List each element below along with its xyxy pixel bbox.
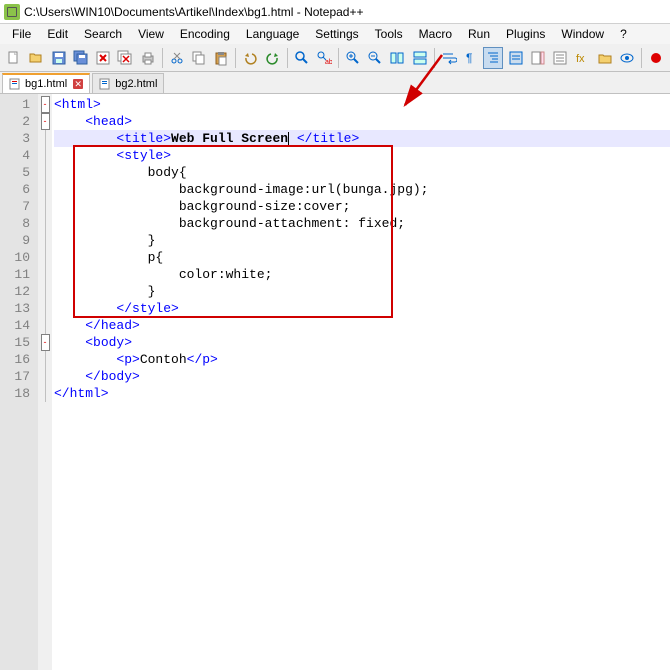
zoom-out-button[interactable]: [365, 47, 385, 69]
fold-toggle-icon[interactable]: -: [41, 113, 50, 130]
window-title: C:\Users\WIN10\Documents\Artikel\Index\b…: [24, 5, 363, 19]
fold-toggle-icon[interactable]: -: [41, 96, 50, 113]
toolbar-separator: [287, 48, 288, 68]
tab-label: bg1.html: [25, 78, 67, 90]
folder-workspace-button[interactable]: [594, 47, 614, 69]
menu-tools[interactable]: Tools: [367, 25, 411, 43]
wordwrap-button[interactable]: [439, 47, 459, 69]
save-button[interactable]: [48, 47, 68, 69]
monitoring-button[interactable]: [617, 47, 637, 69]
menu-language[interactable]: Language: [238, 25, 307, 43]
find-button[interactable]: [292, 47, 312, 69]
tabbar: bg1.html ✕ bg2.html: [0, 72, 670, 94]
svg-text:ab: ab: [325, 59, 332, 66]
menu-plugins[interactable]: Plugins: [498, 25, 553, 43]
menu-view[interactable]: View: [130, 25, 172, 43]
menu-file[interactable]: File: [4, 25, 39, 43]
toolbar-separator: [338, 48, 339, 68]
show-all-chars-button[interactable]: ¶: [461, 47, 481, 69]
svg-text:¶: ¶: [466, 51, 472, 65]
cut-button[interactable]: [167, 47, 187, 69]
sync-vscroll-button[interactable]: [387, 47, 407, 69]
file-icon: [9, 78, 21, 90]
toolbar-separator: [641, 48, 642, 68]
zoom-in-button[interactable]: [343, 47, 363, 69]
paste-button[interactable]: [211, 47, 231, 69]
undo-button[interactable]: [240, 47, 260, 69]
toolbar-separator: [235, 48, 236, 68]
save-all-button[interactable]: [71, 47, 91, 69]
line-number-gutter: 123456789101112131415161718: [0, 94, 38, 670]
fold-gutter: - - -: [38, 94, 52, 670]
close-file-button[interactable]: [93, 47, 113, 69]
menu-edit[interactable]: Edit: [39, 25, 76, 43]
function-list-button[interactable]: fx: [572, 47, 592, 69]
svg-text:fx: fx: [576, 53, 585, 65]
replace-button[interactable]: ab: [314, 47, 334, 69]
tab-close-icon[interactable]: ✕: [73, 79, 83, 89]
tab-bg2[interactable]: bg2.html: [92, 73, 164, 93]
code-area[interactable]: <html> <head> <title>Web Full Screen </t…: [52, 94, 670, 670]
menu-macro[interactable]: Macro: [411, 25, 460, 43]
close-all-button[interactable]: [115, 47, 135, 69]
toolbar: ab ¶ fx: [0, 44, 670, 72]
doc-list-button[interactable]: [550, 47, 570, 69]
menu-window[interactable]: Window: [553, 25, 612, 43]
file-icon: [99, 78, 111, 90]
menu-encoding[interactable]: Encoding: [172, 25, 238, 43]
copy-button[interactable]: [189, 47, 209, 69]
tab-bg1[interactable]: bg1.html ✕: [2, 73, 90, 93]
fold-toggle-icon[interactable]: -: [41, 334, 50, 351]
titlebar: C:\Users\WIN10\Documents\Artikel\Index\b…: [0, 0, 670, 24]
tab-label: bg2.html: [115, 78, 157, 90]
menu-search[interactable]: Search: [76, 25, 130, 43]
toolbar-separator: [162, 48, 163, 68]
menu-run[interactable]: Run: [460, 25, 498, 43]
indent-guide-button[interactable]: [483, 47, 503, 69]
menubar: File Edit Search View Encoding Language …: [0, 24, 670, 44]
print-button[interactable]: [137, 47, 157, 69]
doc-map-button[interactable]: [528, 47, 548, 69]
menu-settings[interactable]: Settings: [307, 25, 366, 43]
toolbar-separator: [434, 48, 435, 68]
redo-button[interactable]: [262, 47, 282, 69]
new-file-button[interactable]: [4, 47, 24, 69]
sync-hscroll-button[interactable]: [410, 47, 430, 69]
record-macro-button[interactable]: [646, 47, 666, 69]
menu-help[interactable]: ?: [612, 25, 635, 43]
user-lang-button[interactable]: [505, 47, 525, 69]
open-file-button[interactable]: [26, 47, 46, 69]
editor[interactable]: 123456789101112131415161718 - - - <html>: [0, 94, 670, 670]
app-icon: [4, 4, 20, 20]
